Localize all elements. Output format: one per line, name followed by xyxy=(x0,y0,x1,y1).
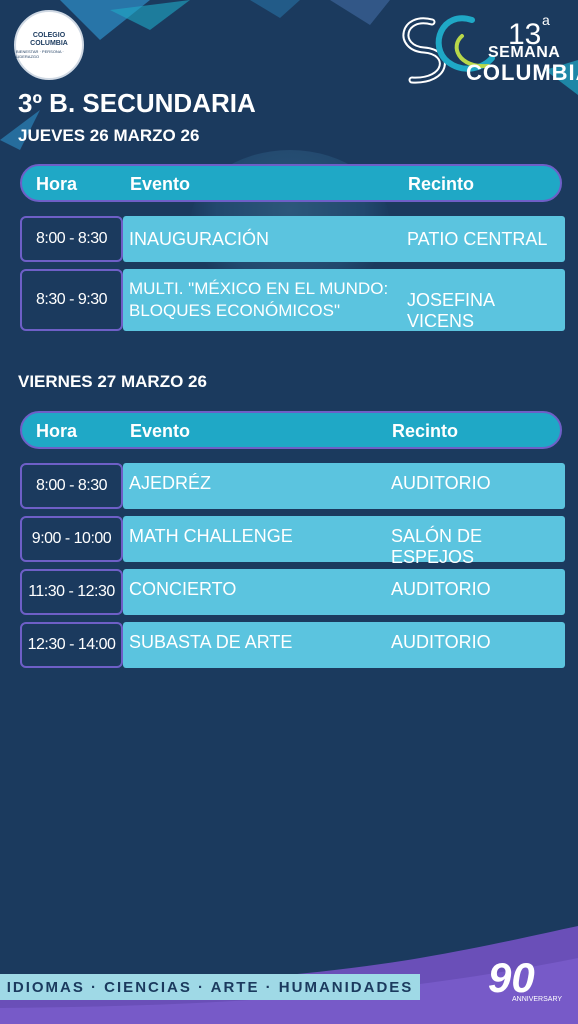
row-venue: PATIO CENTRAL xyxy=(407,229,548,249)
day-date: VIERNES 27 MARZO 26 xyxy=(18,372,207,391)
row-event: INAUGURACIÓN xyxy=(129,229,270,249)
day-date: JUEVES 26 MARZO 26 xyxy=(18,126,200,145)
table-header: Hora Evento Recinto xyxy=(20,411,562,449)
row-time: 8:30 - 9:30 xyxy=(20,269,123,331)
schedule-row: 8:00 - 8:30 AJEDRÉZ AUDITORIO xyxy=(20,463,565,509)
school-logo-line2: COLUMBIA xyxy=(30,39,68,47)
row-cell: CONCIERTO AUDITORIO xyxy=(123,569,565,615)
row-cell: SUBASTA DE ARTE AUDITORIO xyxy=(123,622,565,668)
row-venue: JOSEFINA VICENS xyxy=(407,290,495,331)
schedule-row: 8:00 - 8:30 INAUGURACIÓN PATIO CENTRAL xyxy=(20,216,565,262)
column-header-evento: Evento xyxy=(130,174,191,194)
row-cell: INAUGURACIÓN PATIO CENTRAL xyxy=(123,216,565,262)
row-event-line2: BLOQUES ECONÓMICOS" xyxy=(129,301,341,320)
row-venue: SALÓN DE ESPEJOS xyxy=(391,526,483,567)
page-title: 3º B. SECUNDARIA xyxy=(18,88,256,118)
row-event: CONCIERTO xyxy=(129,579,237,599)
schedule-page: COLEGIO COLUMBIA BIENESTAR · PERSONA · L… xyxy=(0,0,578,1024)
schedule-row: 9:00 - 10:00 MATH CHALLENGE SALÓN DE ESP… xyxy=(20,516,565,567)
event-number-superscript: a xyxy=(542,12,550,28)
schedule-row: 11:30 - 12:30 CONCIERTO AUDITORIO xyxy=(20,569,565,615)
schedule-row: 12:30 - 14:00 SUBASTA DE ARTE AUDITORIO xyxy=(20,622,565,668)
column-header-recinto: Recinto xyxy=(408,174,475,194)
row-time: 9:00 - 10:00 xyxy=(20,516,123,562)
semana-columbia-logo: 13 a SEMANA COLUMBIA xyxy=(392,6,578,92)
row-venue: AUDITORIO xyxy=(391,579,491,599)
school-logo: COLEGIO COLUMBIA BIENESTAR · PERSONA · L… xyxy=(14,10,84,80)
school-logo-motto: BIENESTAR · PERSONA · LIDERAZGO xyxy=(16,48,64,59)
row-venue: AUDITORIO xyxy=(391,473,491,493)
row-time: 12:30 - 14:00 xyxy=(20,622,123,668)
column-header-evento: Evento xyxy=(130,421,191,441)
row-cell: MATH CHALLENGE SALÓN DE ESPEJOS xyxy=(123,516,565,567)
footer-tagline: IDIOMAS · CIENCIAS · ARTE · HUMANIDADES xyxy=(0,974,420,1000)
row-time: 8:00 - 8:30 xyxy=(20,216,123,262)
row-venue: AUDITORIO xyxy=(391,632,491,652)
row-event: MATH CHALLENGE xyxy=(129,526,293,546)
row-event: AJEDRÉZ xyxy=(129,473,212,493)
row-cell: AJEDRÉZ AUDITORIO xyxy=(123,463,565,509)
row-time: 11:30 - 12:30 xyxy=(20,569,123,615)
column-header-hora: Hora xyxy=(36,174,78,194)
schedule-row: 8:30 - 9:30 MULTI. "MÉXICO EN EL MUNDO: … xyxy=(20,269,565,331)
row-event-line1: MULTI. "MÉXICO EN EL MUNDO: xyxy=(129,279,389,298)
anniversary-label: ANNIVERSARY xyxy=(512,996,563,1003)
row-cell: MULTI. "MÉXICO EN EL MUNDO: BLOQUES ECON… xyxy=(123,269,565,331)
school-logo-line1: COLEGIO xyxy=(32,31,66,39)
table-header: Hora Evento Recinto xyxy=(20,164,562,202)
column-header-recinto: Recinto xyxy=(392,421,459,441)
anniversary-logo: 90 xyxy=(488,954,535,1001)
row-time: 8:00 - 8:30 xyxy=(20,463,123,509)
event-word-columbia: COLUMBIA xyxy=(466,60,578,85)
column-header-hora: Hora xyxy=(36,421,78,441)
row-event: SUBASTA DE ARTE xyxy=(129,632,293,652)
